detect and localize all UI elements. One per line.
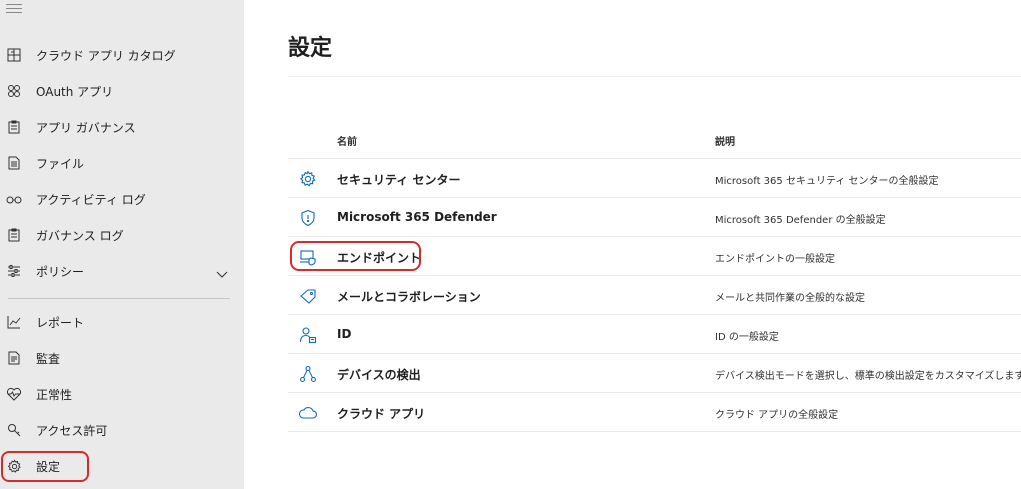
sidebar-item-label: 監査 bbox=[36, 351, 61, 366]
sidebar-item-label: レポート bbox=[36, 315, 85, 330]
gear-icon bbox=[6, 458, 22, 474]
row-description: デバイス検出モードを選択し、標準の検出設定をカスタマイズします bbox=[715, 371, 1021, 382]
endpoint-device-icon bbox=[298, 247, 318, 267]
gear-icon bbox=[298, 169, 318, 189]
health-heart-icon bbox=[6, 386, 22, 402]
key-icon bbox=[6, 422, 22, 438]
table-row[interactable]: ID ID の一般設定 bbox=[288, 315, 1021, 354]
catalog-icon bbox=[6, 47, 22, 63]
table-row[interactable]: クラウド アプリ クラウド アプリの全般設定 bbox=[288, 393, 1021, 432]
audit-icon bbox=[6, 350, 22, 366]
table-header: 名前 説明 bbox=[288, 120, 1021, 159]
app-governance-icon bbox=[6, 119, 22, 135]
sidebar-item-activity-log[interactable]: アクティビティ ログ bbox=[0, 181, 244, 217]
shield-icon bbox=[298, 208, 318, 228]
mail-tag-icon bbox=[298, 286, 318, 306]
column-header-name[interactable]: 名前 bbox=[337, 133, 357, 148]
row-name: クラウド アプリ bbox=[337, 407, 426, 421]
sidebar-item-label: ファイル bbox=[36, 156, 85, 171]
oauth-apps-icon bbox=[6, 83, 22, 99]
files-icon bbox=[6, 155, 22, 171]
sidebar-item-health[interactable]: 正常性 bbox=[0, 376, 244, 412]
chevron-down-icon[interactable] bbox=[216, 265, 228, 278]
row-description: Microsoft 365 Defender の全般設定 bbox=[715, 215, 886, 226]
row-name: セキュリティ センター bbox=[337, 173, 461, 187]
sidebar-divider bbox=[8, 298, 230, 299]
sidebar: クラウド アプリ カタログ OAuth アプリ アプリ ガバナンス ファイル ア bbox=[0, 0, 244, 489]
sidebar-item-label: 正常性 bbox=[36, 387, 73, 402]
policy-sliders-icon bbox=[6, 263, 22, 279]
row-name: ID bbox=[337, 327, 352, 341]
table-row[interactable]: エンドポイント エンドポイントの一般設定 bbox=[288, 237, 1021, 276]
sidebar-item-oauth-apps[interactable]: OAuth アプリ bbox=[0, 73, 244, 109]
hamburger-menu-icon[interactable] bbox=[6, 4, 22, 14]
sidebar-item-app-governance[interactable]: アプリ ガバナンス bbox=[0, 109, 244, 145]
sidebar-item-files[interactable]: ファイル bbox=[0, 145, 244, 181]
row-name: エンドポイント bbox=[337, 251, 422, 265]
sidebar-item-policies[interactable]: ポリシー bbox=[0, 253, 244, 289]
row-name: デバイスの検出 bbox=[337, 368, 421, 382]
glasses-icon bbox=[6, 191, 22, 207]
table-row[interactable]: メールとコラボレーション メールと共同作業の全般的な設定 bbox=[288, 276, 1021, 315]
table-row[interactable]: セキュリティ センター Microsoft 365 セキュリティ センターの全般… bbox=[288, 159, 1021, 198]
page-title: 設定 bbox=[288, 36, 333, 61]
column-header-description[interactable]: 説明 bbox=[715, 133, 735, 148]
row-description: ID の一般設定 bbox=[715, 332, 779, 343]
main-content: 設定 名前 説明 セキュリティ センター Microsoft 365 セキュリテ… bbox=[244, 0, 1021, 489]
sidebar-item-cloud-app-catalog[interactable]: クラウド アプリ カタログ bbox=[0, 37, 244, 73]
sidebar-item-label: 設定 bbox=[36, 459, 61, 474]
sidebar-item-settings[interactable]: 設定 bbox=[0, 448, 244, 484]
sidebar-item-reports[interactable]: レポート bbox=[0, 304, 244, 340]
app-window: クラウド アプリ カタログ OAuth アプリ アプリ ガバナンス ファイル ア bbox=[0, 0, 1021, 489]
device-discovery-icon bbox=[298, 364, 318, 384]
row-description: クラウド アプリの全般設定 bbox=[715, 410, 839, 421]
row-description: Microsoft 365 セキュリティ センターの全般設定 bbox=[715, 176, 939, 187]
sidebar-item-label: アクティビティ ログ bbox=[36, 192, 146, 207]
sidebar-item-label: ガバナンス ログ bbox=[36, 228, 124, 243]
sidebar-item-label: アクセス許可 bbox=[36, 423, 108, 438]
row-description: エンドポイントの一般設定 bbox=[715, 254, 835, 265]
table-row[interactable]: Microsoft 365 Defender Microsoft 365 Def… bbox=[288, 198, 1021, 237]
cloud-icon bbox=[298, 403, 318, 423]
row-name: Microsoft 365 Defender bbox=[337, 210, 497, 224]
settings-table: 名前 説明 セキュリティ センター Microsoft 365 セキュリティ セ… bbox=[288, 120, 1021, 432]
title-divider bbox=[288, 76, 1021, 77]
sidebar-item-permissions[interactable]: アクセス許可 bbox=[0, 412, 244, 448]
sidebar-item-audit[interactable]: 監査 bbox=[0, 340, 244, 376]
governance-log-icon bbox=[6, 227, 22, 243]
row-description: メールと共同作業の全般的な設定 bbox=[715, 293, 865, 304]
sidebar-item-governance-log[interactable]: ガバナンス ログ bbox=[0, 217, 244, 253]
sidebar-item-label: クラウド アプリ カタログ bbox=[36, 48, 176, 63]
sidebar-item-label: ポリシー bbox=[36, 264, 85, 279]
report-chart-icon bbox=[6, 314, 22, 330]
row-name: メールとコラボレーション bbox=[337, 290, 481, 304]
sidebar-item-label: アプリ ガバナンス bbox=[36, 120, 136, 135]
table-row[interactable]: デバイスの検出 デバイス検出モードを選択し、標準の検出設定をカスタマイズします bbox=[288, 354, 1021, 393]
sidebar-item-label: OAuth アプリ bbox=[36, 84, 114, 99]
identity-person-icon bbox=[298, 325, 318, 345]
